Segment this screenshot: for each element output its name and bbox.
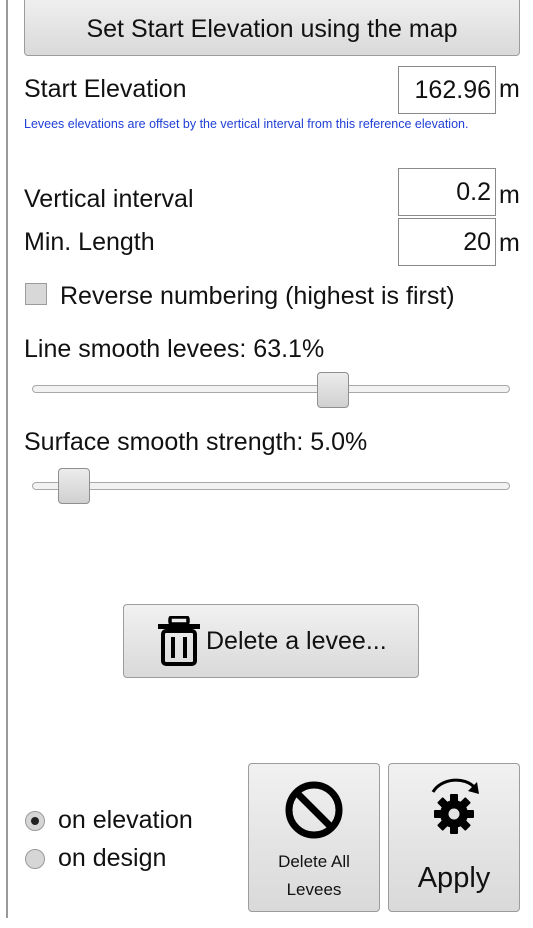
- start-elevation-input[interactable]: 162.96: [398, 66, 496, 114]
- prohibited-icon: [285, 781, 343, 839]
- delete-levee-label: Delete a levee...: [206, 626, 387, 655]
- line-smooth-label: Line smooth levees: 63.1%: [24, 335, 325, 363]
- start-elevation-note: Levees elevations are offset by the vert…: [24, 117, 469, 131]
- on-design-radio[interactable]: [25, 849, 45, 869]
- start-elevation-unit: m: [499, 75, 520, 103]
- delete-all-levees-button[interactable]: Delete All Levees: [248, 763, 380, 912]
- on-elevation-label: on elevation: [58, 806, 193, 834]
- line-smooth-slider-thumb[interactable]: [317, 372, 349, 408]
- surface-smooth-slider-thumb[interactable]: [58, 468, 90, 504]
- set-start-elevation-label: Set Start Elevation using the map: [86, 14, 458, 43]
- trash-icon: [158, 616, 200, 666]
- vertical-interval-input[interactable]: 0.2: [398, 168, 496, 216]
- on-elevation-radio[interactable]: [25, 811, 45, 831]
- min-length-unit: m: [499, 229, 520, 257]
- apply-button[interactable]: Apply: [388, 763, 520, 912]
- surface-smooth-slider-track[interactable]: [32, 482, 510, 490]
- delete-all-label-line2: Levees: [286, 880, 342, 899]
- apply-label: Apply: [417, 862, 491, 894]
- on-design-label: on design: [58, 844, 167, 872]
- vertical-interval-unit: m: [499, 181, 520, 209]
- line-smooth-slider-track[interactable]: [32, 385, 510, 393]
- reverse-numbering-checkbox[interactable]: [25, 283, 47, 305]
- min-length-input[interactable]: 20: [398, 218, 496, 266]
- set-start-elevation-button[interactable]: Set Start Elevation using the map: [24, 0, 520, 56]
- reverse-numbering-label: Reverse numbering (highest is first): [60, 282, 455, 310]
- gear-refresh-icon: [431, 778, 479, 834]
- surface-smooth-label: Surface smooth strength: 5.0%: [24, 428, 368, 456]
- delete-all-label-line1: Delete All: [278, 852, 350, 871]
- delete-all-levees-label: Delete All Levees: [278, 848, 350, 904]
- start-elevation-label: Start Elevation: [24, 75, 187, 103]
- panel-border: [6, 0, 8, 918]
- levee-panel: Set Start Elevation using the map Start …: [0, 0, 533, 928]
- vertical-interval-label: Vertical interval: [24, 185, 194, 213]
- min-length-label: Min. Length: [24, 228, 155, 256]
- delete-levee-button[interactable]: Delete a levee...: [123, 604, 419, 678]
